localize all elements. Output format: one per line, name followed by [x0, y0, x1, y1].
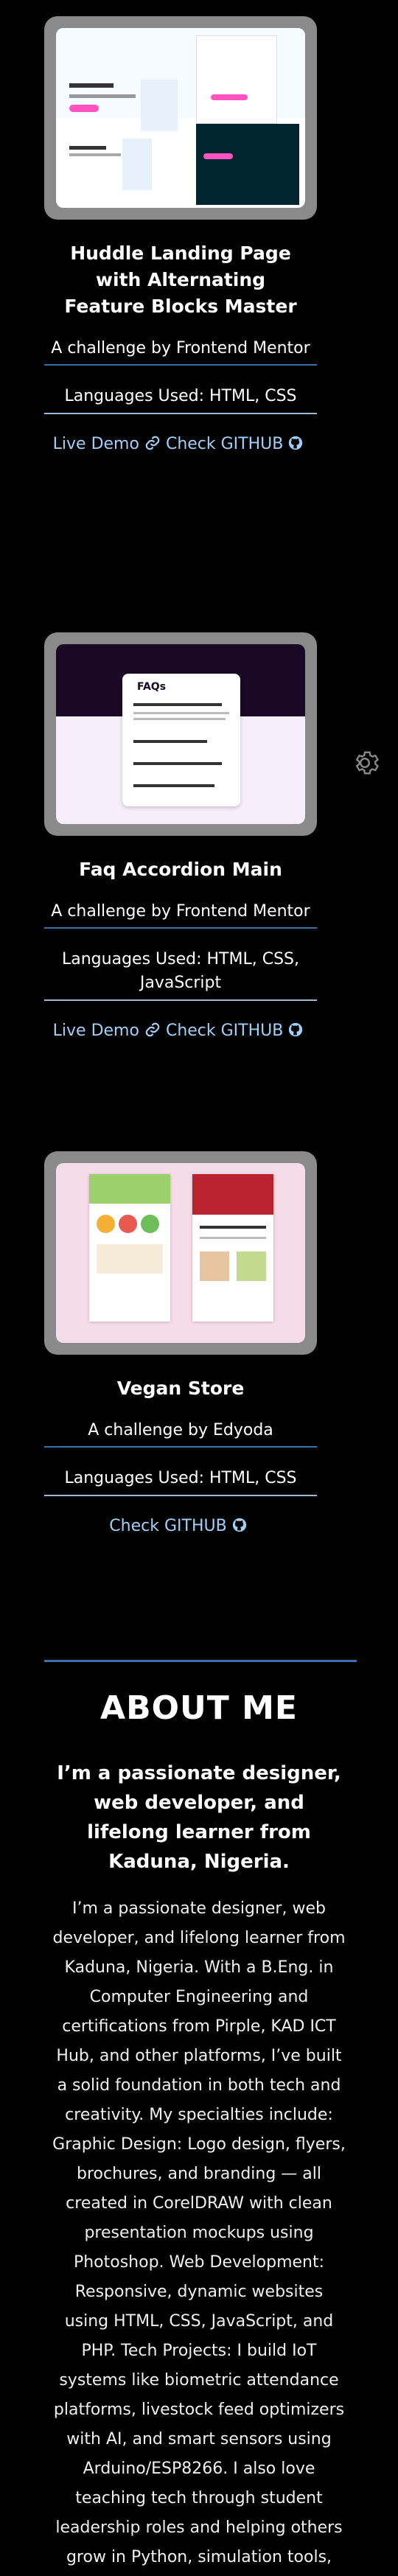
live-demo-label: Live Demo — [52, 435, 139, 453]
project-languages: Languages Used: HTML, CSS — [44, 385, 317, 414]
live-demo-link[interactable]: Live Demo — [53, 1022, 166, 1040]
thumbnail-faq-title: FAQs — [137, 681, 167, 693]
about-heading: ABOUT ME — [100, 1689, 298, 1727]
project-challenge-source: A challenge by Frontend Mentor — [44, 901, 317, 929]
project-challenge-source: A challenge by Frontend Mentor — [44, 338, 317, 366]
link-icon — [145, 436, 160, 450]
about-subheading: I’m a passionate designer, web developer… — [57, 1762, 341, 1873]
thumbnail-image — [56, 28, 305, 208]
about-body-text: I’m a passionate designer, web developer… — [52, 1899, 346, 2566]
live-demo-link[interactable]: Live Demo — [53, 435, 166, 453]
github-icon — [289, 1022, 303, 1037]
project-links: Check GITHUB — [44, 1515, 317, 1537]
project-card-vegan-store: Vegan Store A challenge by Edyoda Langua… — [44, 1151, 317, 1537]
github-link[interactable]: Check GITHUB — [166, 435, 308, 453]
project-languages: Languages Used: HTML, CSS — [44, 1467, 317, 1496]
github-label: Check GITHUB — [165, 1022, 284, 1040]
project-card-huddle: Huddle Landing Page with Alternating Fea… — [44, 16, 317, 455]
gear-icon[interactable] — [350, 748, 380, 778]
github-icon — [232, 1518, 246, 1532]
thumbnail-image — [56, 1163, 305, 1343]
project-title: Huddle Landing Page with Alternating Fea… — [64, 242, 297, 317]
github-label: Check GITHUB — [109, 1517, 227, 1535]
section-divider — [44, 1660, 357, 1662]
github-link[interactable]: Check GITHUB — [109, 1517, 251, 1535]
project-card-faq: FAQs Faq Accordion Main A challenge by F… — [44, 632, 317, 1042]
github-link[interactable]: Check GITHUB — [166, 1022, 308, 1040]
github-label: Check GITHUB — [165, 435, 284, 453]
project-challenge-source: A challenge by Edyoda — [44, 1420, 317, 1448]
project-thumbnail[interactable]: FAQs — [44, 632, 317, 836]
project-thumbnail[interactable] — [44, 1151, 317, 1355]
project-title: Vegan Store — [116, 1378, 245, 1399]
project-languages: Languages Used: HTML, CSS, JavaScript — [44, 948, 317, 1001]
project-title: Faq Accordion Main — [79, 859, 282, 880]
github-icon — [289, 436, 303, 450]
link-icon — [145, 1022, 160, 1037]
thumbnail-image: FAQs — [56, 644, 305, 824]
live-demo-label: Live Demo — [52, 1022, 139, 1040]
project-links: Live Demo Check GITHUB — [44, 433, 317, 455]
project-links: Live Demo Check GITHUB — [44, 1020, 317, 1042]
project-thumbnail[interactable] — [44, 16, 317, 220]
